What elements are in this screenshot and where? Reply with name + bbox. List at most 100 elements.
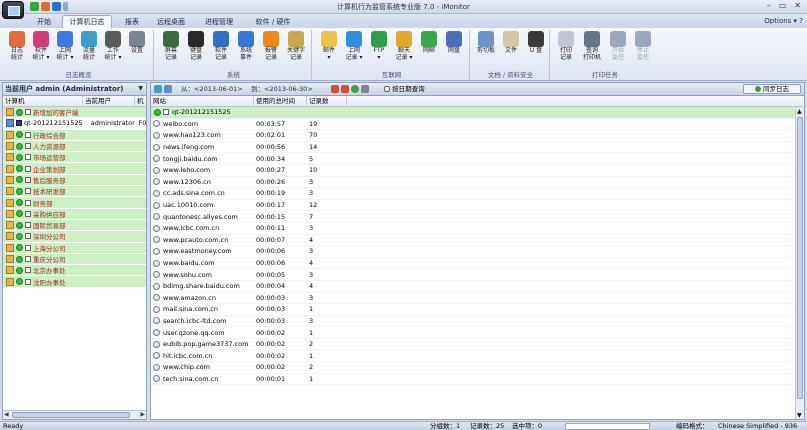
table-row[interactable]: tech.sina.com.cn 00:00:01 1 <box>151 374 804 386</box>
department-row[interactable]: 企业策划部 <box>3 163 146 175</box>
export-icon[interactable] <box>154 85 162 93</box>
tab-start[interactable]: 开始 <box>30 16 58 28</box>
calendar-icon[interactable] <box>331 85 339 93</box>
department-row[interactable]: 沈阳办事处 <box>3 276 146 288</box>
table-row[interactable]: uac.10010.com 00:00:17 12 <box>151 200 804 212</box>
scroll-down-icon[interactable]: ▼ <box>797 412 802 419</box>
keyboard-record-button[interactable]: 键盘 记录 <box>185 31 207 61</box>
column-record-count[interactable]: 记录数 <box>307 96 347 106</box>
tab-reports[interactable]: 报表 <box>118 16 146 28</box>
tab-computer-log[interactable]: 计算机日志 <box>62 15 112 28</box>
checkbox-icon[interactable] <box>25 143 31 150</box>
column-computer[interactable]: 计算机 <box>3 96 83 106</box>
checkbox-icon[interactable] <box>25 176 31 183</box>
table-row[interactable]: www.hao123.com 00:02:01 70 <box>151 130 804 142</box>
table-row[interactable]: mail.sina.com.cn 00:00:03 1 <box>151 304 804 316</box>
horizontal-scrollbar[interactable] <box>3 410 146 419</box>
scroll-thumb[interactable] <box>797 117 803 399</box>
table-row[interactable]: eubib.pop.game3737.com 00:00:02 2 <box>151 339 804 351</box>
department-row[interactable]: 售后服务部 <box>3 174 146 187</box>
internet-stats-button[interactable]: 上网 统计 ▾ <box>54 31 76 61</box>
software-record-button[interactable]: 软件 记录 <box>210 31 232 61</box>
department-row[interactable]: 新增加的客户端 <box>3 107 146 119</box>
table-row[interactable]: quantonesc.allyes.com 00:00:15 7 <box>151 211 804 223</box>
checkbox-icon[interactable] <box>25 109 31 116</box>
checkbox-icon[interactable] <box>25 188 31 195</box>
print-icon[interactable] <box>361 85 370 93</box>
keyword-record-button[interactable]: 关键字 记录 <box>285 31 307 61</box>
maximize-button[interactable]: ▭ <box>779 1 787 10</box>
table-row[interactable]: bdimg.share.baidu.com 00:00:04 4 <box>151 281 804 293</box>
checkbox-icon[interactable] <box>25 131 31 138</box>
chevron-down-icon[interactable]: ▼ <box>138 83 143 95</box>
checkbox-icon[interactable] <box>25 278 31 285</box>
start-monitor-button[interactable]: 开始 监控 <box>607 31 629 61</box>
table-row[interactable]: tongji.baidu.com 00:00:34 5 <box>151 153 804 165</box>
date-to[interactable]: 到：<2013-06-30> <box>251 83 313 95</box>
current-user-header[interactable]: 当前用户 admin (Administrator) ▼ <box>3 83 146 96</box>
group-row[interactable]: qt-201212151525 <box>151 107 804 119</box>
query-printer-button[interactable]: 查询 打印机 <box>581 31 603 61</box>
sync-log-button[interactable]: 同步日志 <box>743 84 801 94</box>
screen-record-button[interactable]: 屏幕 记录 <box>160 31 182 61</box>
webmail-button[interactable]: 网邮 <box>418 31 440 55</box>
system-event-button[interactable]: 系统 事件 <box>235 31 257 61</box>
department-row[interactable]: 采购供应部 <box>3 208 146 220</box>
usb-disk-button[interactable]: U 盘 <box>525 31 547 55</box>
filter-icon[interactable] <box>164 85 173 93</box>
checkbox-icon[interactable] <box>25 165 31 172</box>
table-row[interactable]: www.eastmoney.com 00:00:06 3 <box>151 246 804 258</box>
checkbox-icon[interactable] <box>25 244 31 251</box>
table-row[interactable]: www.amazon.cn 00:00:03 3 <box>151 293 804 305</box>
table-row[interactable]: search.icbc-ltd.com 00:00:03 3 <box>151 316 804 328</box>
table-row[interactable]: news.ifeng.com 00:00:56 14 <box>151 142 804 154</box>
department-row[interactable]: 市场运营部 <box>3 152 146 164</box>
tab-process-management[interactable]: 进程管理 <box>198 16 240 28</box>
table-row[interactable]: www.baidu.com 00:00:06 4 <box>151 258 804 270</box>
column-total-time[interactable]: 使用的总时间 <box>254 96 307 106</box>
department-row[interactable]: 技术研发部 <box>3 186 146 198</box>
checkbox-icon[interactable] <box>25 222 31 229</box>
ftp-button[interactable]: FTP ▾ <box>368 31 390 61</box>
clipboard-button[interactable]: 剪切板 <box>475 31 497 55</box>
column-machine[interactable]: 机 <box>135 96 146 106</box>
scroll-thumb[interactable] <box>12 412 130 418</box>
vertical-scrollbar[interactable]: ▲ ▼ <box>795 108 804 419</box>
web-record-button[interactable]: 上网 记录 ▾ <box>343 31 365 61</box>
netdisk-button[interactable]: 网盘 <box>443 31 465 55</box>
department-row[interactable]: 行政综合部 <box>3 129 146 141</box>
date-from[interactable]: 从：<2013-06-01> <box>181 83 243 95</box>
options-menu[interactable]: Options ▾ ? <box>764 17 803 25</box>
scroll-up-icon[interactable]: ▲ <box>797 108 802 115</box>
close-button[interactable]: ✕ <box>794 1 801 10</box>
minimize-button[interactable]: – <box>767 1 771 10</box>
checkbox-icon[interactable] <box>25 154 31 161</box>
software-stats-button[interactable]: 软件 统计 ▾ <box>30 31 52 61</box>
table-row[interactable]: www.pcauto.com.cn 00:00:07 4 <box>151 235 804 247</box>
checkbox-icon[interactable] <box>25 256 31 262</box>
checkbox-icon[interactable] <box>25 267 31 274</box>
table-row[interactable]: www.12306.cn 00:00:26 3 <box>151 177 804 189</box>
computer-row[interactable]: qt-201212151525 administrator F0 <box>3 118 146 130</box>
table-row[interactable]: hit.icbc.com.cn 00:00:02 1 <box>151 350 804 363</box>
checkbox-icon[interactable] <box>25 210 31 217</box>
file-button[interactable]: 文件 <box>500 31 522 55</box>
department-row[interactable]: 国际贸易部 <box>3 219 146 232</box>
table-row[interactable]: www.leho.com 00:00:27 10 <box>151 165 804 177</box>
tab-remote-desktop[interactable]: 远程桌面 <box>150 16 192 28</box>
app-menu-button[interactable] <box>2 1 24 19</box>
refresh-icon[interactable] <box>351 85 360 93</box>
table-row[interactable]: user.qzone.qq.com 00:00:02 1 <box>151 327 804 339</box>
email-button[interactable]: 邮件 ▾ <box>318 31 340 61</box>
checkbox-icon[interactable] <box>25 233 31 240</box>
settings-button[interactable]: 设置 <box>126 31 148 55</box>
traffic-stats-button[interactable]: 流量 统计 <box>78 31 100 61</box>
print-record-button[interactable]: 打印 记录 <box>555 31 577 61</box>
query-by-date-checkbox[interactable] <box>384 86 390 92</box>
log-stats-button[interactable]: 日志 统计 <box>6 31 28 61</box>
column-current-user[interactable]: 当前用户 <box>83 96 135 106</box>
table-row[interactable]: www.sohu.com 00:00:05 3 <box>151 269 804 281</box>
tab-software-hardware[interactable]: 软件 / 硬件 <box>248 16 298 28</box>
calendar-range-icon[interactable] <box>341 85 350 93</box>
department-row[interactable]: 财务部 <box>3 197 146 209</box>
